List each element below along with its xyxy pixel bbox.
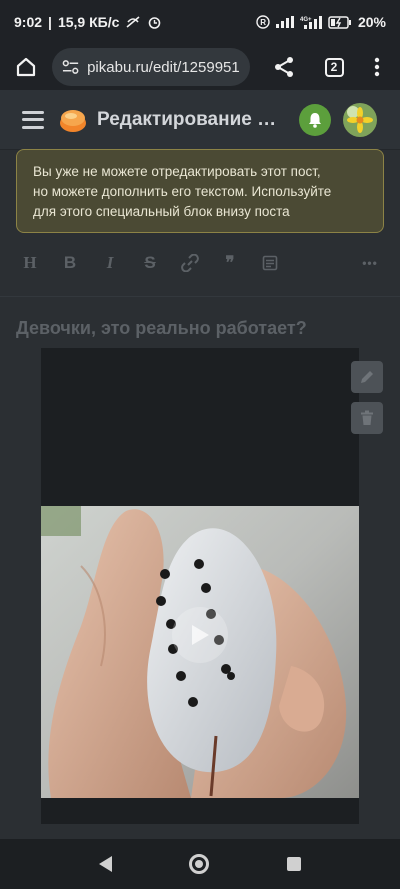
pikabu-logo[interactable]: [58, 105, 88, 135]
address-bar[interactable]: pikabu.ru/edit/12599513: [52, 48, 250, 86]
list-button[interactable]: [256, 249, 284, 277]
share-button[interactable]: [264, 47, 304, 87]
heading-button[interactable]: H: [16, 249, 44, 277]
home-icon: [16, 57, 36, 77]
link-icon: [181, 254, 199, 272]
edit-pencil-icon: [361, 371, 373, 383]
browser-toolbar: pikabu.ru/edit/12599513 2: [0, 44, 400, 90]
toolbar-divider: [0, 296, 400, 297]
bold-button[interactable]: B: [56, 249, 84, 277]
status-separator: |: [48, 14, 52, 30]
status-bar: 9:02 | 15,9 КБ/с R 4G+ 20%: [0, 0, 400, 44]
status-speed: 15,9 КБ/с: [57, 14, 120, 30]
system-navigation-bar: [0, 839, 400, 889]
browser-menu-button[interactable]: [362, 47, 392, 87]
page-title: Редактирование п...: [97, 108, 277, 130]
tabs-icon: 2: [324, 57, 344, 77]
delete-block-button[interactable]: [351, 402, 383, 434]
avatar[interactable]: [343, 102, 377, 137]
nav-recent-icon[interactable]: [287, 857, 302, 871]
video-block[interactable]: [41, 348, 359, 824]
list-icon: [262, 255, 278, 271]
silent-icon: [125, 15, 141, 29]
battery-icon: [328, 15, 352, 29]
burger-menu-icon[interactable]: [22, 110, 44, 129]
notice-line-3: для этого специальный блок внизу поста: [33, 204, 290, 219]
strikethrough-button[interactable]: S: [136, 249, 164, 277]
more-formatting-button[interactable]: •••: [356, 249, 384, 277]
bell-icon: [309, 112, 321, 128]
signal-4g-icon: 4G+: [300, 15, 322, 29]
kebab-menu-icon: [374, 57, 380, 77]
link-button[interactable]: [176, 249, 204, 277]
nav-back-icon[interactable]: [98, 856, 112, 872]
notice-line-2: но можете дополнить его текстом. Использ…: [33, 184, 332, 199]
trash-icon: [361, 410, 373, 425]
status-time: 9:02: [14, 14, 43, 30]
play-button[interactable]: [172, 607, 228, 663]
quote-button[interactable]: ❞: [216, 249, 244, 277]
italic-button[interactable]: I: [96, 249, 124, 277]
edit-locked-notice: Вы уже не можете отредактировать этот по…: [16, 149, 384, 233]
notifications-button[interactable]: [299, 103, 331, 136]
tabs-button[interactable]: 2: [314, 47, 354, 87]
registered-icon: R: [256, 15, 270, 29]
play-icon: [192, 625, 209, 645]
editor-toolbar: H B I S ❞ •••: [16, 246, 384, 280]
notice-line-1: Вы уже не можете отредактировать этот по…: [33, 164, 321, 179]
browser-home-button[interactable]: [4, 45, 48, 89]
battery-level: 20%: [357, 14, 386, 30]
nav-home-icon[interactable]: [189, 854, 210, 874]
share-icon: [275, 57, 293, 77]
svg-text:R: R: [260, 18, 266, 27]
site-header: Редактирование п...: [0, 90, 400, 150]
edit-block-button[interactable]: [351, 361, 383, 393]
post-title[interactable]: Девочки, это реально работает?: [16, 318, 307, 339]
url-text[interactable]: pikabu.ru/edit/12599513: [87, 59, 240, 76]
alarm-icon: [147, 15, 162, 30]
site-settings-icon[interactable]: [62, 59, 79, 75]
signal-icon: [275, 16, 294, 28]
